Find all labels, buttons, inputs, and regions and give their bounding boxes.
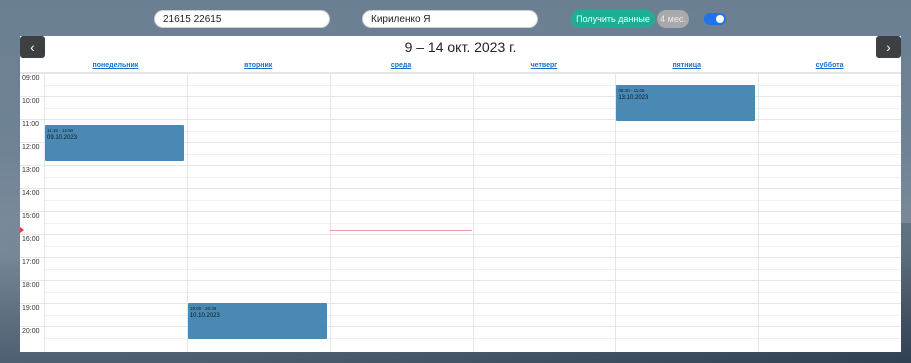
hour-row[interactable]: 17:00: [20, 257, 901, 281]
hour-label: 09:00: [22, 75, 40, 82]
event-time: 19:00 - 20:35: [189, 306, 217, 311]
hour-label: 12:00: [22, 144, 40, 151]
time-grid: 09:00 10:00 11:00 12:00 13:00 14:00 15:00 16:00…: [20, 73, 901, 352]
phone-input[interactable]: [154, 10, 330, 28]
hour-label: 13:00: [22, 167, 40, 174]
hour-label: 14:00: [22, 190, 40, 197]
hour-row[interactable]: 15:00: [20, 211, 901, 235]
event-date: 09.10.2023: [47, 134, 78, 141]
calendar-title: 9 – 14 окт. 2023 г.: [404, 39, 517, 55]
hour-row[interactable]: 20:00: [20, 326, 901, 350]
hour-row[interactable]: 14:00: [20, 188, 901, 212]
current-time-line: [329, 230, 473, 232]
column-divider: [329, 73, 331, 352]
event-time: 11:15 - 12:50: [47, 127, 74, 133]
column-divider: [472, 73, 474, 352]
hour-label: 11:00: [22, 121, 39, 128]
calendar-event[interactable]: 11:15 - 12:50 09.10.2023: [45, 124, 184, 162]
calendar-event[interactable]: 09:30 - 11:05 13.10.2023: [616, 84, 756, 121]
hour-row[interactable]: 13:00: [20, 165, 901, 189]
current-time-marker-icon: [20, 227, 24, 234]
hour-label: 18:00: [22, 282, 40, 289]
hour-label: 15:00: [22, 213, 40, 220]
day-header-3[interactable]: четверг: [473, 60, 616, 72]
column-divider: [758, 73, 760, 352]
chevron-right-icon: ›: [886, 39, 891, 55]
toggle-switch[interactable]: [704, 13, 726, 25]
hour-label: 10:00: [22, 98, 40, 105]
event-date: 13.10.2023: [618, 94, 649, 101]
toggle-knob: [716, 15, 724, 23]
day-header-1[interactable]: вторник: [187, 60, 330, 72]
event-date: 10.10.2023: [189, 313, 220, 319]
day-header-2[interactable]: среда: [330, 60, 473, 72]
hour-row[interactable]: 10:00: [20, 96, 901, 120]
teacher-input[interactable]: [362, 10, 538, 28]
day-header-0[interactable]: понедельник: [44, 60, 187, 72]
day-header-4[interactable]: пятница: [615, 60, 758, 72]
hour-label: 17:00: [22, 259, 40, 266]
hour-label: 16:00: [22, 236, 40, 243]
hour-label: 19:00: [22, 305, 40, 312]
hour-row[interactable]: 09:00: [20, 73, 901, 97]
event-time: 09:30 - 11:05: [618, 87, 645, 93]
next-week-button[interactable]: ›: [876, 36, 901, 58]
column-divider: [44, 73, 45, 352]
hour-row[interactable]: 19:00: [20, 303, 901, 327]
day-headers: понедельник вторник среда четверг пятница суб…: [20, 60, 901, 73]
hour-row[interactable]: 18:00: [20, 280, 901, 304]
hour-row[interactable]: 16:00: [20, 234, 901, 258]
calendar-event[interactable]: 19:00 - 20:35 10.10.2023: [187, 303, 327, 340]
calendar-header: ‹ 9 – 14 окт. 2023 г. ›: [20, 36, 901, 58]
get-data-button[interactable]: Получить данные: [571, 10, 655, 28]
hour-label: 20:00: [22, 328, 40, 335]
months-button[interactable]: 4 мес.: [657, 10, 689, 28]
day-header-5[interactable]: суббота: [758, 60, 901, 72]
top-toolbar: Получить данные 4 мес.: [0, 0, 911, 36]
week-calendar: ‹ 9 – 14 окт. 2023 г. › понедельник вторн…: [20, 36, 901, 352]
